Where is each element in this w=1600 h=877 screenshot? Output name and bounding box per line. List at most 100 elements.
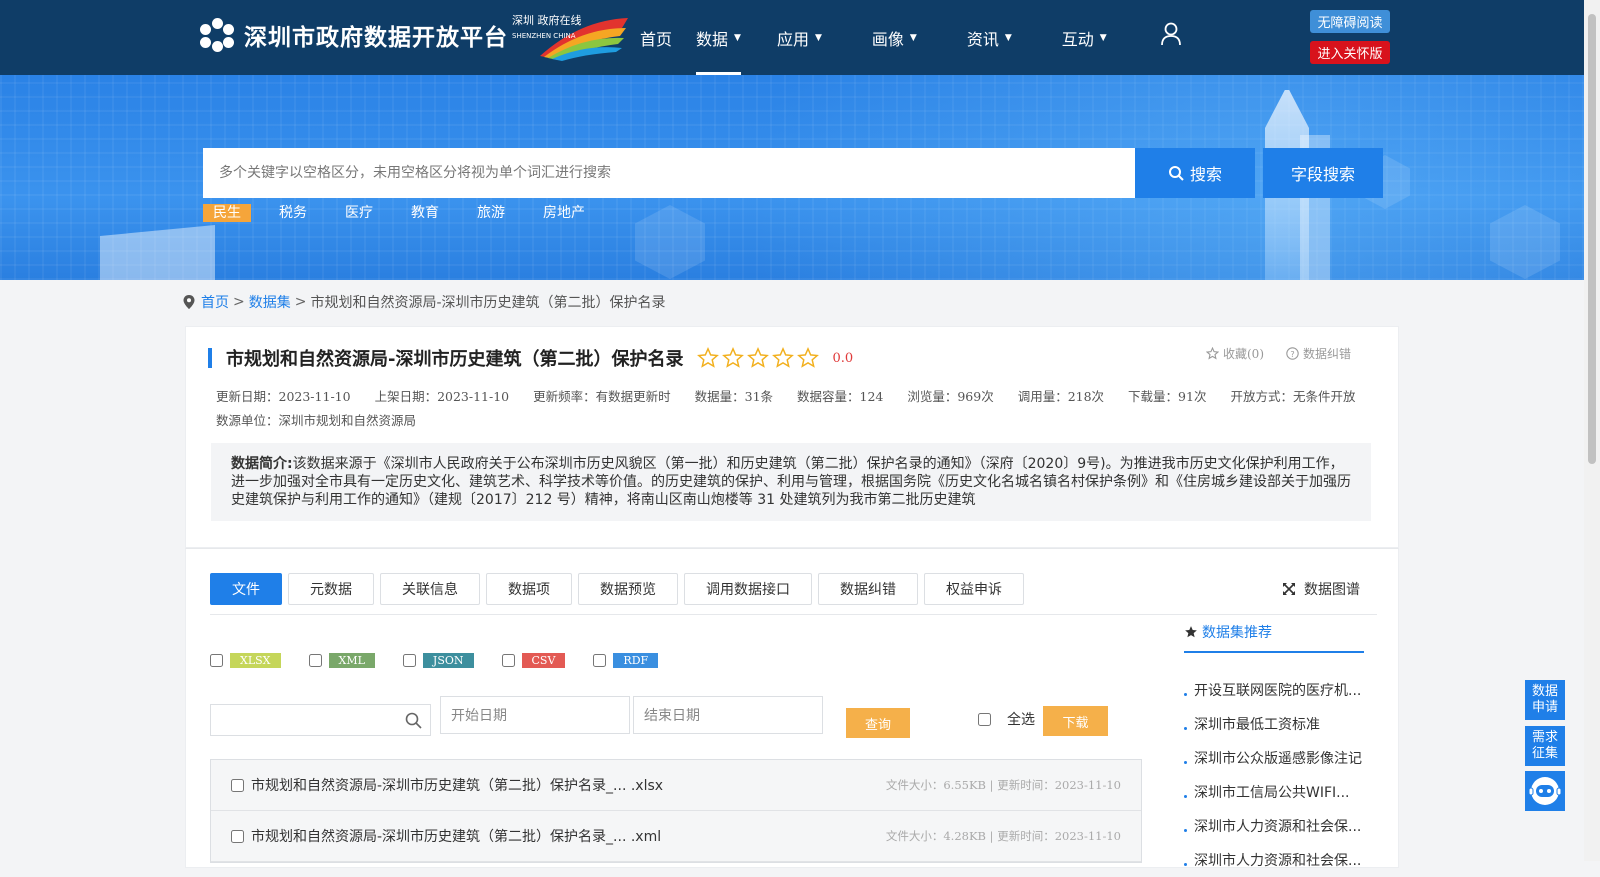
breadcrumb: 首页 > 数据集 > 市规划和自然资源局-深圳市历史建筑（第二批）保护名录	[183, 292, 666, 312]
format-checkbox[interactable]	[402, 654, 416, 667]
star-outline-icon	[1206, 347, 1219, 360]
tab-item[interactable]: 关联信息	[380, 573, 480, 605]
rating-score: 0.0	[832, 350, 854, 366]
file-name[interactable]: 市规划和自然资源局-深圳市历史建筑（第二批）保护名录_... .xml	[251, 826, 661, 846]
data-graph-label: 数据图谱	[1304, 582, 1360, 598]
nav-item[interactable]: 数据 ▼	[696, 0, 741, 75]
scrollbar-thumb[interactable]	[1588, 14, 1596, 464]
recommend-item[interactable]: 深圳市人力资源和社会保...	[1184, 809, 1364, 843]
nav-item[interactable]: 互动 ▼	[1062, 0, 1107, 75]
star-outline-icon[interactable]	[772, 347, 795, 369]
hot-tag[interactable]: 旅游	[467, 204, 515, 222]
breadcrumb-sep: >	[233, 294, 245, 310]
site-title: 深圳市政府数据开放平台	[244, 25, 508, 51]
breadcrumb-current: 市规划和自然资源局-深圳市历史建筑（第二批）保护名录	[310, 295, 666, 311]
file-checkbox[interactable]	[231, 829, 244, 843]
search-button[interactable]: 搜索	[1135, 148, 1255, 198]
tab-item[interactable]: 元数据	[288, 573, 374, 605]
recommend-item[interactable]: 开设互联网医院的医疗机...	[1184, 673, 1364, 707]
caret-down-icon: ▼	[734, 32, 741, 43]
question-circle-icon: ?	[1286, 347, 1299, 360]
query-button[interactable]: 查询	[846, 708, 910, 738]
robot-icon	[1528, 777, 1562, 805]
star-outline-icon[interactable]	[747, 347, 770, 369]
dataset-title-bar: 市规划和自然资源局-深圳市历史建筑（第二批）保护名录 0.0	[208, 345, 853, 371]
tab-item[interactable]: 数据预览	[578, 573, 678, 605]
recommend-item[interactable]: 深圳市工信局公共WIFI...	[1184, 775, 1364, 809]
star-outline-icon[interactable]	[722, 347, 745, 369]
star-outline-icon[interactable]	[697, 347, 720, 369]
dataset-summary: 数据简介:该数据来源于《深圳市人民政府关于公布深圳市历史风貌区（第一批）和历史建…	[211, 443, 1371, 521]
tab-item[interactable]: 文件	[210, 573, 282, 605]
format-filter[interactable]: JSON	[402, 653, 474, 668]
favorite-label: 收藏(0)	[1223, 347, 1264, 361]
tab-item[interactable]: 权益申诉	[924, 573, 1024, 605]
format-filter[interactable]: XLSX	[210, 653, 281, 668]
tab-item[interactable]: 数据纠错	[818, 573, 918, 605]
recommend-item[interactable]: 深圳市人力资源和社会保...	[1184, 843, 1364, 877]
hot-tag[interactable]: 教育	[401, 204, 449, 222]
star-outline-icon[interactable]	[797, 347, 820, 369]
top-navbar: 深圳市政府数据开放平台 深圳 政府在线 SHENZHEN CHINA 首页 数据 ▼…	[0, 0, 1584, 75]
site-logo[interactable]: 深圳市政府数据开放平台	[200, 18, 508, 52]
rating-stars[interactable]	[697, 347, 822, 369]
robot-assistant-button[interactable]	[1525, 771, 1565, 811]
breadcrumb-datasets[interactable]: 数据集	[249, 292, 291, 312]
svg-text:?: ?	[1290, 349, 1294, 359]
correction-button[interactable]: ? 数据纠错	[1286, 345, 1351, 362]
format-filter[interactable]: RDF	[593, 653, 659, 668]
page-scrollbar[interactable]	[1584, 0, 1600, 861]
nav-item[interactable]: 资讯 ▼	[967, 0, 1012, 75]
select-all-label: 全选	[1007, 712, 1035, 728]
care-mode-button[interactable]: 进入关怀版	[1310, 41, 1390, 64]
format-filter[interactable]: CSV	[501, 653, 566, 668]
demand-collect-button[interactable]: 需求 征集	[1525, 726, 1565, 766]
accessible-reading-button[interactable]: 无障碍阅读	[1310, 10, 1390, 33]
badge-sub: SHENZHEN CHINA	[512, 32, 576, 40]
recommend-item[interactable]: 深圳市公众版遥感影像注记	[1184, 741, 1364, 775]
breadcrumb-home[interactable]: 首页	[201, 292, 229, 312]
file-list: 市规划和自然资源局-深圳市历史建筑（第二批）保护名录_... .xlsx 文件大小…	[210, 759, 1142, 863]
file-checkbox[interactable]	[231, 778, 244, 792]
recommend-header: 数据集推荐	[1184, 613, 1364, 653]
nav-item[interactable]: 应用 ▼	[777, 0, 822, 75]
detail-tabs: 文件 元数据 关联信息 数据项 数据预览 调用数据接口 数据纠错 权益申诉	[210, 573, 1030, 605]
format-checkbox[interactable]	[501, 654, 515, 667]
format-checkbox[interactable]	[593, 654, 607, 667]
main-nav: 首页 数据 ▼ 应用 ▼ 画像 ▼ 资讯 ▼ 互动 ▼	[640, 0, 1157, 75]
correction-label: 数据纠错	[1303, 347, 1352, 361]
user-icon[interactable]	[1160, 22, 1182, 46]
tab-item[interactable]: 数据项	[486, 573, 572, 605]
nav-item[interactable]: 画像 ▼	[872, 0, 917, 75]
favorite-button[interactable]: 收藏(0)	[1206, 345, 1264, 362]
logo-icon	[200, 18, 234, 52]
start-date-input[interactable]: 开始日期	[440, 696, 630, 734]
meta-item: 数据容量：124	[797, 389, 884, 404]
badge-text: 深圳 政府在线	[512, 13, 582, 27]
select-all-checkbox[interactable]	[978, 712, 991, 726]
format-checkbox[interactable]	[210, 654, 223, 667]
file-row: 市规划和自然资源局-深圳市历史建筑（第二批）保护名录_... .xlsx 文件大小…	[211, 760, 1141, 811]
hot-tag[interactable]: 房地产	[533, 204, 595, 222]
search-input[interactable]	[203, 148, 1135, 198]
field-search-button[interactable]: 字段搜索	[1263, 148, 1383, 198]
tab-item[interactable]: 调用数据接口	[684, 573, 812, 605]
hot-tag[interactable]: 民生	[203, 204, 251, 222]
meta-item: 上架日期：2023-11-10	[374, 389, 510, 404]
format-checkbox[interactable]	[308, 654, 322, 667]
format-filter[interactable]: XML	[308, 653, 375, 668]
hot-tag[interactable]: 税务	[269, 204, 317, 222]
meta-item: 开放方式：无条件开放	[1230, 389, 1356, 404]
recommend-item[interactable]: 深圳市最低工资标准	[1184, 707, 1364, 741]
nav-item[interactable]: 首页	[640, 0, 672, 75]
end-date-input[interactable]: 结束日期	[633, 696, 823, 734]
data-apply-button[interactable]: 数据 申请	[1525, 680, 1565, 720]
download-button[interactable]: 下载	[1043, 706, 1108, 736]
select-all[interactable]: 全选	[978, 709, 1035, 729]
file-name[interactable]: 市规划和自然资源局-深圳市历史建筑（第二批）保护名录_... .xlsx	[251, 775, 663, 795]
file-search-input[interactable]	[210, 704, 431, 736]
data-graph-link[interactable]: 数据图谱	[1282, 579, 1360, 599]
format-tag: XLSX	[230, 653, 281, 668]
hot-tag[interactable]: 医疗	[335, 204, 383, 222]
location-pin-icon	[183, 295, 195, 309]
